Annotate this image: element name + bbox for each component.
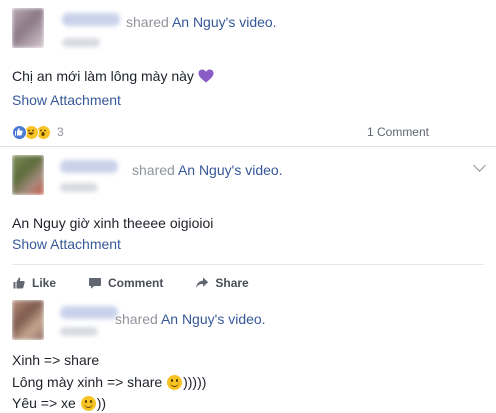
page-name-link[interactable]: An Nguy (178, 162, 232, 178)
comment-bubble-icon (89, 277, 102, 289)
avatar[interactable] (12, 155, 44, 195)
post-text: An Nguy giờ xinh theeee oigioioi (12, 215, 214, 231)
reaction-summary[interactable]: 3 (12, 124, 64, 140)
chevron-down-icon[interactable] (473, 159, 486, 172)
post-text-segment: Lông mày xinh => share (12, 374, 167, 390)
like-button[interactable]: Like (12, 276, 56, 290)
post-header: shared An Nguy's video. (132, 162, 283, 178)
show-attachment-link[interactable]: Show Attachment (12, 92, 121, 108)
smiley-icon (80, 396, 96, 411)
post-text-line-3: Yêu => xe )) (12, 393, 106, 413)
thumbs-up-icon (13, 277, 25, 288)
post-header: shared An Nguy's video. (126, 14, 277, 30)
post-header: shared An Nguy's video. (115, 311, 266, 327)
smiley-icon (167, 375, 183, 390)
post-text-segment: Yêu => xe (12, 395, 80, 411)
share-arrow-icon (196, 277, 209, 288)
shared-post: shared An Nguy's video. Xinh => share Lô… (0, 294, 496, 413)
timestamp-blurred[interactable] (60, 183, 98, 192)
avatar[interactable] (12, 8, 44, 48)
purple-heart-icon (198, 69, 214, 83)
share-label: Share (215, 275, 249, 290)
shared-label: shared (115, 311, 158, 327)
post-text-segment: )) (96, 395, 107, 411)
shared-post: shared An Nguy's video. An Nguy giờ xinh… (0, 146, 496, 294)
author-name-blurred[interactable] (60, 306, 118, 319)
page-name-link[interactable]: An Nguy (172, 14, 226, 30)
post-text: Chị an mới làm lông mày này (12, 66, 214, 86)
author-name-blurred[interactable] (60, 160, 118, 173)
timestamp-blurred[interactable] (62, 38, 100, 47)
like-label: Like (32, 275, 57, 290)
post-text-segment: ))))) (183, 374, 207, 390)
comment-count-link[interactable]: 1 Comment (367, 125, 429, 139)
comment-button[interactable]: Comment (88, 276, 163, 290)
like-reaction-icon (12, 124, 27, 140)
video-link[interactable]: 's video. (232, 162, 283, 178)
show-attachment-link[interactable]: Show Attachment (12, 236, 121, 252)
post-text-line-1: Xinh => share (12, 352, 100, 368)
video-link[interactable]: 's video. (215, 311, 266, 327)
reaction-count: 3 (57, 125, 64, 139)
comment-label: Comment (108, 275, 164, 290)
post-text-line-2: Lông mày xinh => share ))))) (12, 372, 206, 392)
video-link[interactable]: 's video. (226, 14, 277, 30)
timestamp-blurred[interactable] (60, 327, 98, 336)
page-name-link[interactable]: An Nguy (161, 311, 215, 327)
share-button[interactable]: Share (195, 275, 249, 290)
post-text-content: Chị an mới làm lông mày này (12, 68, 194, 84)
shared-label: shared (132, 162, 175, 178)
avatar[interactable] (12, 300, 44, 340)
shared-label: shared (126, 14, 169, 30)
shared-post: shared An Nguy's video. Chị an mới làm l… (0, 0, 496, 146)
author-name-blurred[interactable] (62, 13, 120, 26)
